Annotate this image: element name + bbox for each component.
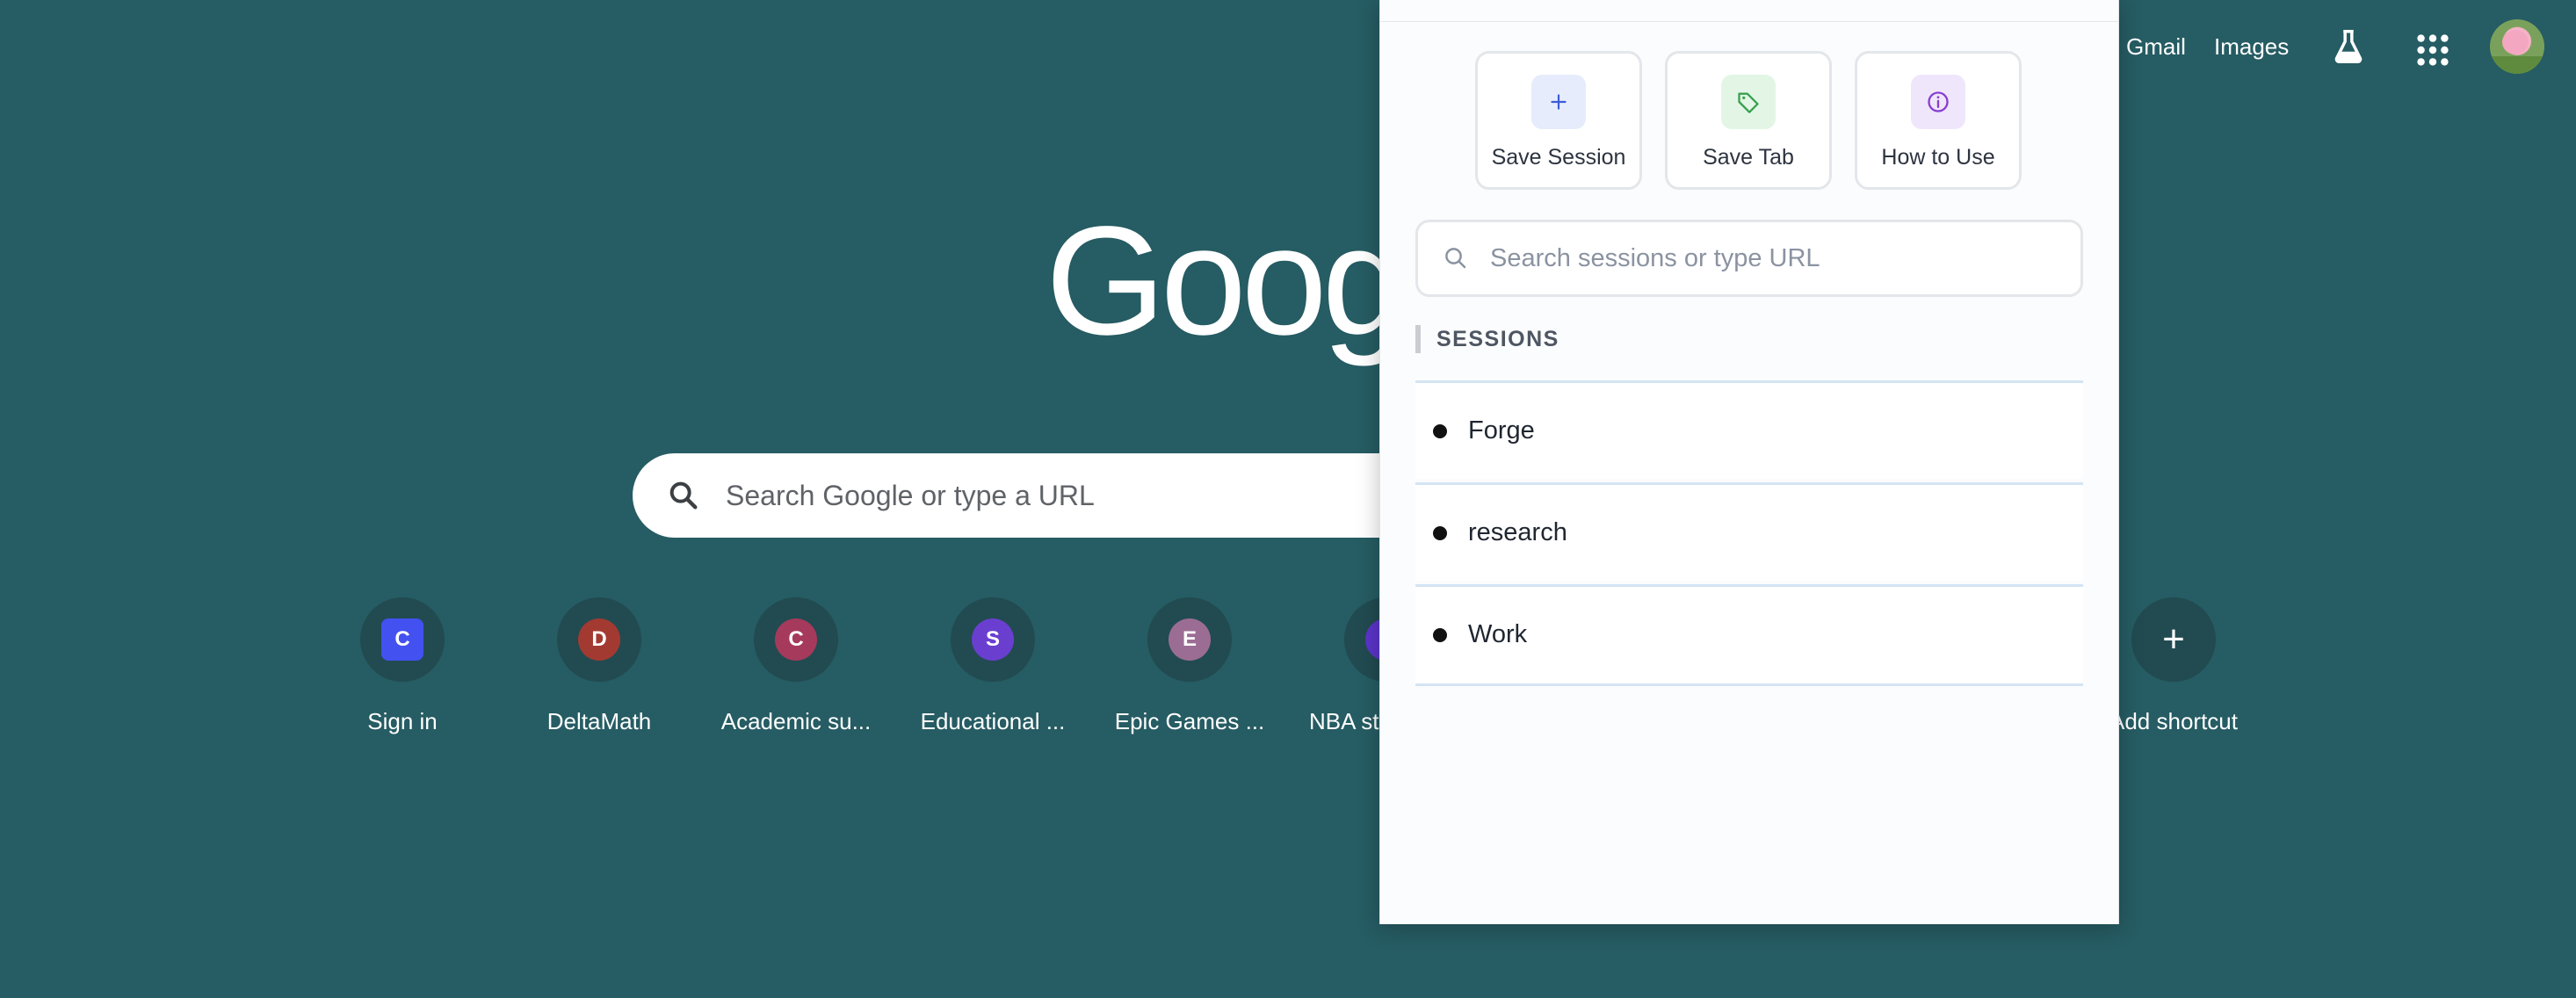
tag-icon <box>1721 75 1776 129</box>
plus-icon <box>1531 75 1586 129</box>
save-session-label: Save Session <box>1491 145 1626 170</box>
sessions-heading: SESSIONS <box>1415 325 1559 353</box>
session-name: research <box>1468 518 1567 546</box>
search-icon <box>1445 248 1466 269</box>
session-manager-popup: Save Session Save Tab How to Use Search … <box>1379 0 2119 924</box>
shortcut-favicon: D <box>578 618 620 661</box>
session-item-forge[interactable]: Forge <box>1415 380 2083 479</box>
labs-flask-icon[interactable] <box>2328 26 2369 67</box>
plus-icon: + <box>2162 618 2185 661</box>
shortcut-favicon: C <box>775 618 817 661</box>
popup-divider <box>1380 21 2118 22</box>
session-search-input[interactable]: Search sessions or type URL <box>1415 220 2083 297</box>
shortcut-sign-in[interactable]: C Sign in <box>304 597 501 735</box>
shortcut-tile: C <box>360 597 445 682</box>
shortcut-tile: E <box>1147 597 1232 682</box>
bullet-icon <box>1433 525 1447 540</box>
apps-grid-icon[interactable] <box>2413 30 2453 70</box>
shortcut-label: Epic Games ... <box>1114 708 1265 734</box>
search-placeholder: Search Google or type a URL <box>726 479 1095 511</box>
shortcut-academic[interactable]: C Academic su... <box>698 597 894 735</box>
session-search-placeholder: Search sessions or type URL <box>1490 243 1820 272</box>
shortcut-label: Academic su... <box>720 708 872 734</box>
session-list-divider <box>1415 683 2083 686</box>
session-name: Forge <box>1468 416 1535 445</box>
google-logo: Goog <box>1046 195 1408 367</box>
search-icon <box>669 481 698 510</box>
session-item-research[interactable]: research <box>1415 482 2083 581</box>
shortcut-tile: + <box>2131 597 2216 682</box>
shortcut-label: Sign in <box>367 708 438 734</box>
shortcut-tile: S <box>951 597 1035 682</box>
shortcut-favicon: C <box>381 618 423 661</box>
shortcut-deltamath[interactable]: D DeltaMath <box>501 597 698 735</box>
session-name: Work <box>1468 620 1528 648</box>
avatar-grass <box>2490 56 2544 74</box>
save-session-button[interactable]: Save Session <box>1475 51 1642 190</box>
account-avatar[interactable] <box>2490 19 2544 74</box>
shortcut-label: DeltaMath <box>546 708 652 734</box>
bullet-icon <box>1433 627 1447 642</box>
shortcut-label: Educational ... <box>920 708 1066 734</box>
how-to-use-label: How to Use <box>1881 145 1995 170</box>
shortcut-favicon: S <box>972 618 1014 661</box>
images-link[interactable]: Images <box>2214 33 2289 61</box>
shortcut-tile: C <box>754 597 838 682</box>
shortcut-tile: D <box>557 597 641 682</box>
save-tab-label: Save Tab <box>1703 145 1794 170</box>
bullet-icon <box>1433 423 1447 438</box>
how-to-use-button[interactable]: How to Use <box>1855 51 2022 190</box>
save-tab-button[interactable]: Save Tab <box>1665 51 1832 190</box>
avatar-pig-image <box>2502 30 2529 54</box>
shortcut-favicon: E <box>1169 618 1211 661</box>
info-icon <box>1911 75 1965 129</box>
shortcut-educational[interactable]: S Educational ... <box>894 597 1091 735</box>
shortcut-epic-games[interactable]: E Epic Games ... <box>1091 597 1288 735</box>
gmail-link[interactable]: Gmail <box>2126 33 2186 61</box>
session-item-work[interactable]: Work <box>1415 584 2083 683</box>
